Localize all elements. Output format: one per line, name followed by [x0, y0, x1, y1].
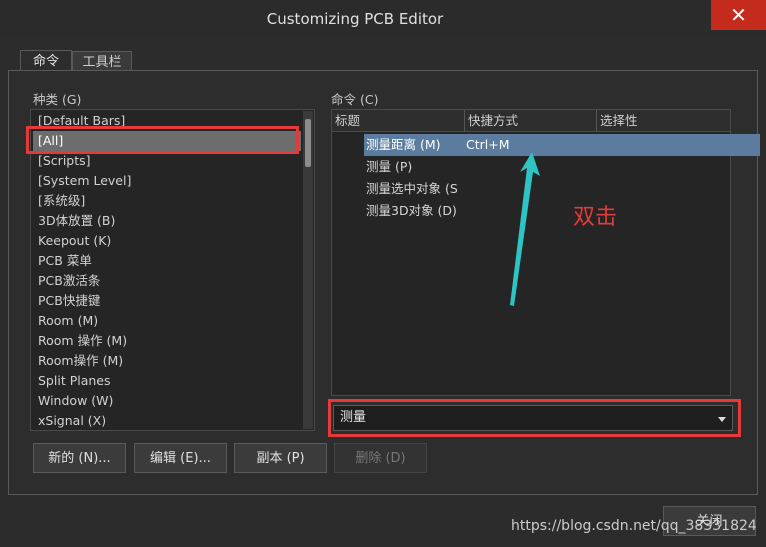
annotation-double-click-text: 双击 [573, 205, 618, 230]
command-title: 测量选中对象 (S [366, 181, 458, 196]
command-row[interactable]: 测量 (P) [364, 156, 760, 178]
new-button[interactable]: 新的 (N)... [33, 443, 126, 473]
command-title: 测量3D对象 (D) [366, 203, 457, 218]
category-item[interactable]: Split Planes [33, 371, 301, 391]
close-icon: ✕ [730, 3, 747, 27]
category-item[interactable]: [Scripts] [33, 151, 301, 171]
category-item[interactable]: Room操作 (M) [33, 351, 301, 371]
command-row[interactable]: 测量距离 (M) Ctrl+M [364, 134, 760, 156]
command-title: 测量距离 (M) [366, 137, 441, 152]
column-header-title[interactable]: 标题 [332, 110, 465, 132]
window-title: Customizing PCB Editor [266, 10, 444, 28]
command-row[interactable]: 测量3D对象 (D) [364, 200, 760, 222]
column-header-selectivity[interactable]: 选择性 [597, 110, 730, 132]
command-row[interactable]: 测量选中对象 (S [364, 178, 760, 200]
categories-label: 种类 (G) [33, 92, 82, 107]
tab-toolbars[interactable]: 工具栏 [72, 51, 132, 71]
category-item[interactable]: [系统级] [33, 191, 301, 211]
category-item[interactable]: Keepout (K) [33, 231, 301, 251]
highlight-box-all-category [26, 126, 299, 154]
delete-button: 删除 (D) [334, 443, 427, 473]
category-item[interactable]: PCB激活条 [33, 271, 301, 291]
command-title: 测量 (P) [366, 159, 413, 174]
category-item[interactable]: Room (M) [33, 311, 301, 331]
highlight-box-filter [328, 399, 741, 437]
edit-button[interactable]: 编辑 (E)... [134, 443, 227, 473]
annotation-arrow [510, 152, 540, 306]
categories-scrollbar[interactable] [303, 111, 313, 429]
category-item[interactable]: PCB 菜单 [33, 251, 301, 271]
categories-listbox[interactable]: [Default Bars] [All] [Scripts] [System Leve… [30, 109, 315, 431]
category-item[interactable]: xSignal (X) [33, 411, 301, 431]
categories-scrollbar-thumb[interactable] [305, 119, 311, 167]
category-item[interactable]: PCB快捷键 [33, 291, 301, 311]
tab-commands[interactable]: 命令 [20, 50, 72, 72]
watermark-url: https://blog.csdn.net/qq_38331824 [511, 518, 757, 534]
window-close-button[interactable]: ✕ [711, 0, 766, 30]
category-item[interactable]: 3D体放置 (B) [33, 211, 301, 231]
category-item[interactable]: [System Level] [33, 171, 301, 191]
category-item[interactable]: Room 操作 (M) [33, 331, 301, 351]
commands-header: 标题 快捷方式 选择性 [332, 110, 730, 132]
copy-button[interactable]: 副本 (P) [234, 443, 327, 473]
commands-label: 命令 (C) [331, 92, 379, 107]
category-item[interactable]: Window (W) [33, 391, 301, 411]
column-header-shortcut[interactable]: 快捷方式 [465, 110, 597, 132]
